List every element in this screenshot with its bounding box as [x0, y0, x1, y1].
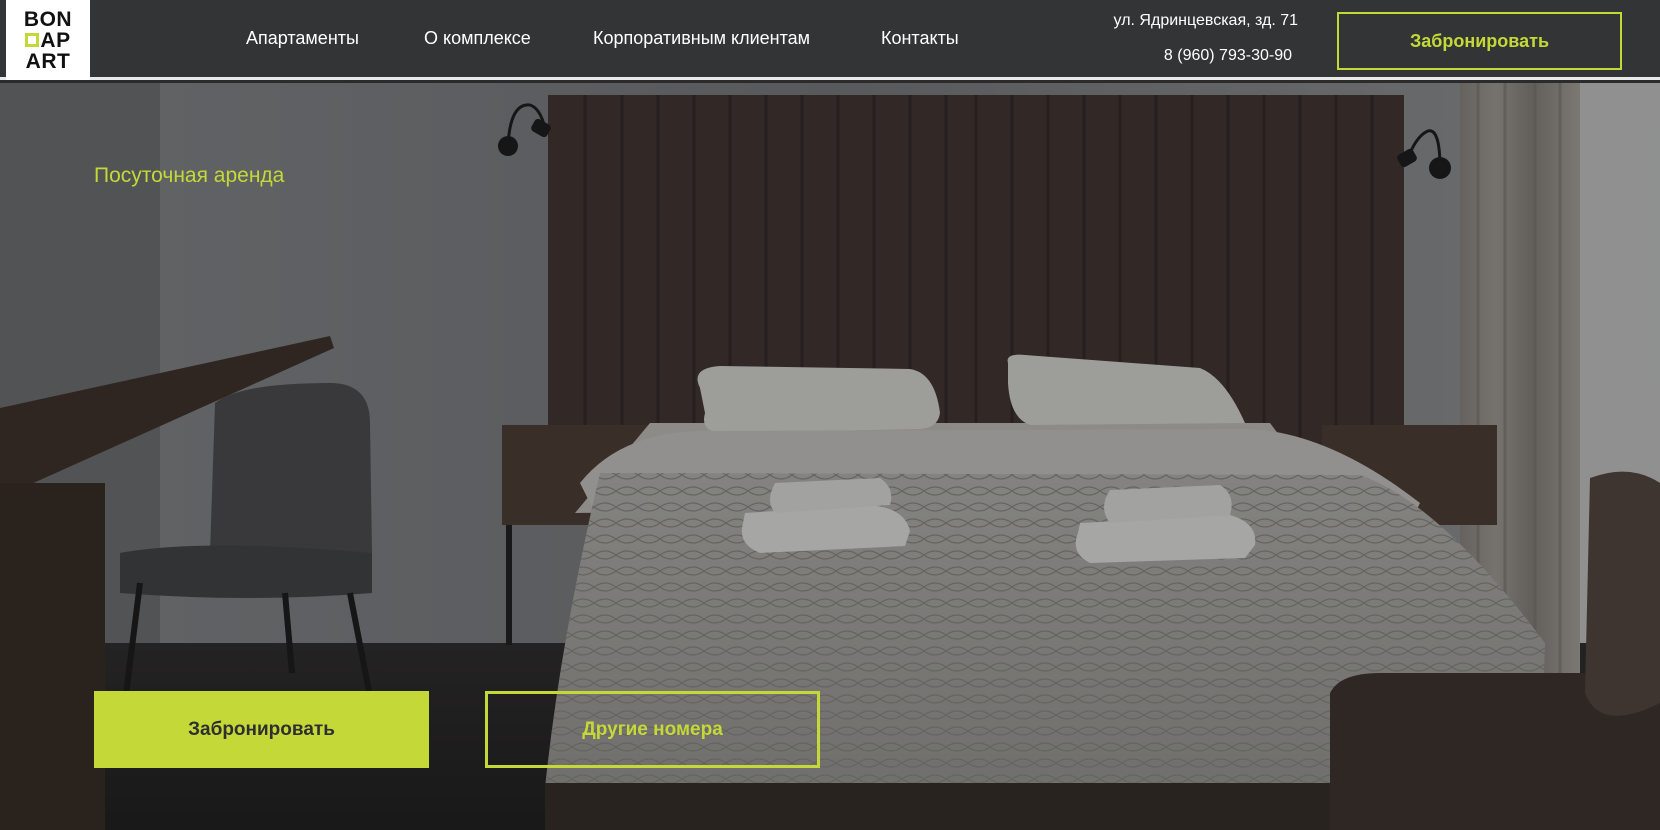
- logo-line1: BON: [23, 7, 73, 31]
- nav-corporate[interactable]: Корпоративным клиентам: [593, 28, 810, 49]
- logo-line2-text: AP: [40, 28, 71, 52]
- site-header: BON AP ART Апартаменты О комплексе Корпо…: [0, 0, 1660, 80]
- logo-line3: ART: [25, 49, 71, 73]
- hero-subtitle: Посуточная аренда: [94, 164, 285, 187]
- logo-square-icon: [25, 33, 40, 47]
- nav-apartments[interactable]: Апартаменты: [246, 28, 359, 49]
- logo[interactable]: BON AP ART: [6, 0, 90, 80]
- other-rooms-button[interactable]: Другие номера: [485, 691, 820, 768]
- logo-line2: AP: [25, 30, 70, 51]
- phone-link[interactable]: 8 (960) 793-30-90: [1164, 47, 1292, 65]
- header-book-button[interactable]: Забронировать: [1337, 12, 1622, 70]
- hero-section: Посуточная аренда Забронировать Другие н…: [0, 83, 1660, 830]
- hero-book-button[interactable]: Забронировать: [94, 691, 429, 768]
- address-text: ул. Ядринцевская, зд. 71: [1113, 12, 1298, 29]
- nav-contacts[interactable]: Контакты: [881, 28, 959, 49]
- nav-about[interactable]: О комплексе: [424, 28, 531, 49]
